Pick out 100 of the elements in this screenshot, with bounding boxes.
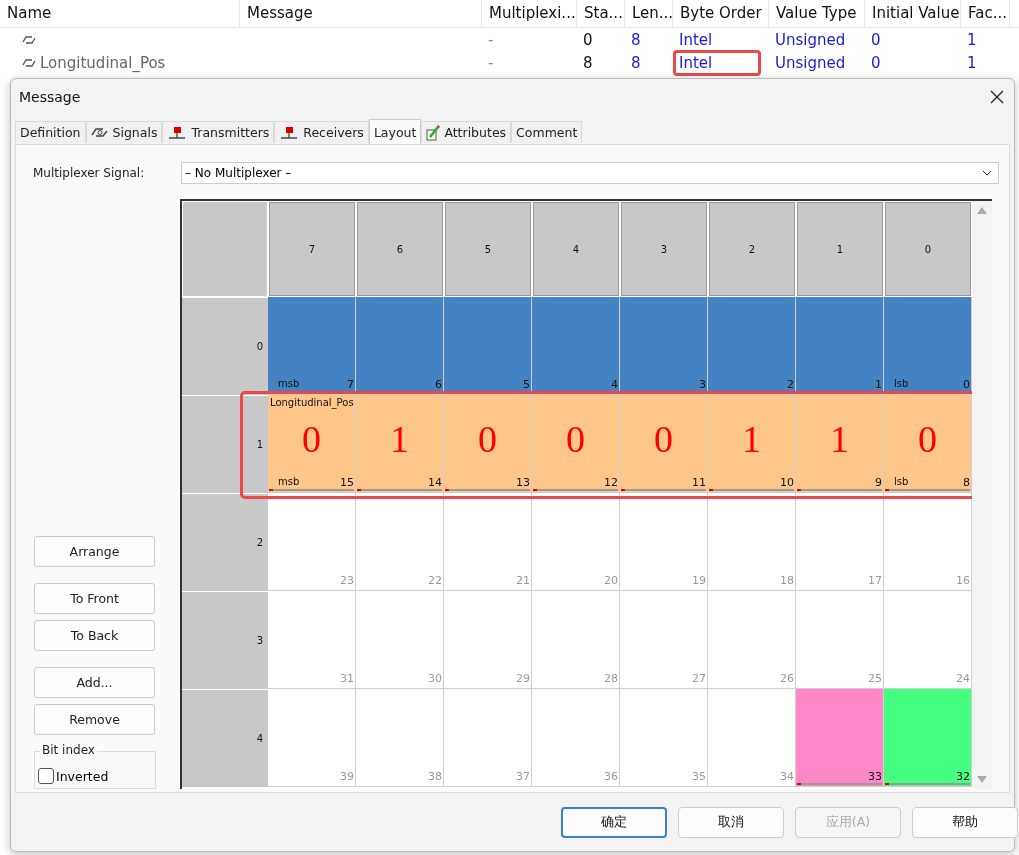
table-cell: -: [488, 30, 494, 49]
bit-number: 10: [780, 476, 794, 489]
signal-bit-cell[interactable]: 5: [444, 297, 532, 395]
signal-bit-cell[interactable]: 3: [620, 297, 708, 395]
column-header[interactable]: Message: [240, 0, 482, 27]
signal-bit-cell[interactable]: 0 lsb 8: [884, 395, 972, 493]
table-cell: 8: [583, 53, 593, 72]
signal-bit-cell[interactable]: lsb 0: [884, 297, 972, 395]
signal-bit-cell[interactable]: 6: [356, 297, 444, 395]
signal-bit-cell[interactable]: 33: [796, 689, 884, 787]
tab[interactable]: Transmitters: [162, 121, 275, 143]
column-header[interactable]: Len...: [625, 0, 673, 27]
column-header[interactable]: Initial Value: [865, 0, 961, 27]
bit-number: 1: [875, 378, 882, 391]
bit-number: 0: [963, 378, 970, 391]
action-button[interactable]: Add...: [34, 667, 155, 698]
table-cell: Longitudinal_Pos: [40, 53, 166, 72]
column-header[interactable]: Sta...: [577, 0, 625, 27]
signal-bit-cell[interactable]: 0 13: [444, 395, 532, 493]
signal-bit-cell[interactable]: 1 14: [356, 395, 444, 493]
tab[interactable]: Layout: [368, 119, 422, 144]
signal-name: Longitudinal_Pos: [270, 397, 354, 408]
signal-bit-cell[interactable]: msb 7: [268, 297, 356, 395]
signal-bit-cell[interactable]: 1 9: [796, 395, 884, 493]
tab[interactable]: Receivers: [274, 121, 369, 143]
bit-number: 26: [780, 672, 794, 685]
multiplexer-dropdown[interactable]: – No Multiplexer –: [181, 162, 999, 184]
table-cell: 8: [631, 53, 641, 72]
dialog-button[interactable]: 确定: [561, 806, 667, 838]
byte-row-header: 4: [182, 689, 268, 787]
bit-number: 13: [516, 476, 530, 489]
signal-icon: [22, 56, 36, 69]
bit-number: 21: [516, 574, 530, 587]
bit-number: 11: [692, 476, 706, 489]
table-cell: 1: [967, 30, 977, 49]
table-cell: 8: [631, 30, 641, 49]
action-button[interactable]: To Front: [34, 583, 155, 614]
bit-number: 32: [956, 770, 970, 783]
checkbox[interactable]: [38, 768, 54, 784]
bit-column-header: 6: [356, 201, 444, 297]
signal-bit-cell[interactable]: 1 10: [708, 395, 796, 493]
tab[interactable]: Signals: [85, 121, 163, 143]
bit-column-header: 3: [620, 201, 708, 297]
bit-number: 22: [428, 574, 442, 587]
bit-tag: msb: [278, 378, 300, 389]
signal-bit-cell[interactable]: 2: [708, 297, 796, 395]
bit-number: 24: [956, 672, 970, 685]
byte-row-header: 1: [182, 395, 268, 493]
bit-number: 33: [868, 770, 882, 783]
table-cell: Intel: [679, 53, 713, 72]
bit-column-header: 1: [796, 201, 884, 297]
column-header[interactable]: Fac...: [961, 0, 1010, 27]
signal-bit-cell[interactable]: 0 11: [620, 395, 708, 493]
tab[interactable]: Definition: [15, 121, 86, 143]
signal-bit-cell[interactable]: 32: [884, 689, 972, 787]
bit-value: 1: [829, 417, 850, 461]
bit-number: 20: [604, 574, 618, 587]
field-label: Multiplexer Signal:: [33, 166, 146, 180]
bit-value: 0: [917, 417, 938, 461]
signal-bit-cell[interactable]: 1: [796, 297, 884, 395]
bit-value: 0: [653, 417, 674, 461]
bit-number: 19: [692, 574, 706, 587]
signal-bit-cell[interactable]: 0 12: [532, 395, 620, 493]
dialog-button[interactable]: 帮助: [912, 806, 1018, 838]
bit-number: 15: [340, 476, 354, 489]
byte-row-header: 0: [182, 297, 268, 395]
column-header[interactable]: Multiplexi...: [482, 0, 577, 27]
bit-value: 0: [565, 417, 586, 461]
column-header[interactable]: Byte Order: [673, 0, 769, 27]
bit-number: 14: [428, 476, 442, 489]
action-button[interactable]: To Back: [34, 620, 155, 651]
byte-row-header: 2: [182, 493, 268, 591]
bit-number: 38: [428, 770, 442, 783]
bit-column-header: 0: [884, 201, 972, 297]
bit-column-header: 4: [532, 201, 620, 297]
bit-value: 0: [301, 417, 322, 461]
dialog-button[interactable]: 取消: [678, 806, 784, 838]
table-cell: 0: [871, 53, 881, 72]
signal-bit-cell[interactable]: 4: [532, 297, 620, 395]
bit-number: 16: [956, 574, 970, 587]
bit-number: 30: [428, 672, 442, 685]
bit-number: 27: [692, 672, 706, 685]
column-header[interactable]: Value Type: [769, 0, 865, 27]
tab[interactable]: Attributes: [421, 121, 512, 143]
column-header[interactable]: Name: [0, 0, 240, 27]
bit-number: 18: [780, 574, 794, 587]
bit-number: 12: [604, 476, 618, 489]
tab[interactable]: Comment: [511, 121, 583, 143]
bit-number: 34: [780, 770, 794, 783]
close-icon[interactable]: [990, 90, 1004, 104]
bit-column-header: 5: [444, 201, 532, 297]
table-cell: 0: [583, 30, 593, 49]
bit-number: 37: [516, 770, 530, 783]
bit-tag: lsb: [894, 476, 909, 487]
action-button[interactable]: Remove: [34, 704, 155, 735]
action-button[interactable]: Arrange: [34, 536, 155, 567]
group-title: Bit index: [40, 743, 97, 757]
bit-column-header: 2: [708, 201, 796, 297]
signal-bit-cell[interactable]: Longitudinal_Pos 0 msb 15: [268, 395, 356, 493]
bit-number: 23: [340, 574, 354, 587]
